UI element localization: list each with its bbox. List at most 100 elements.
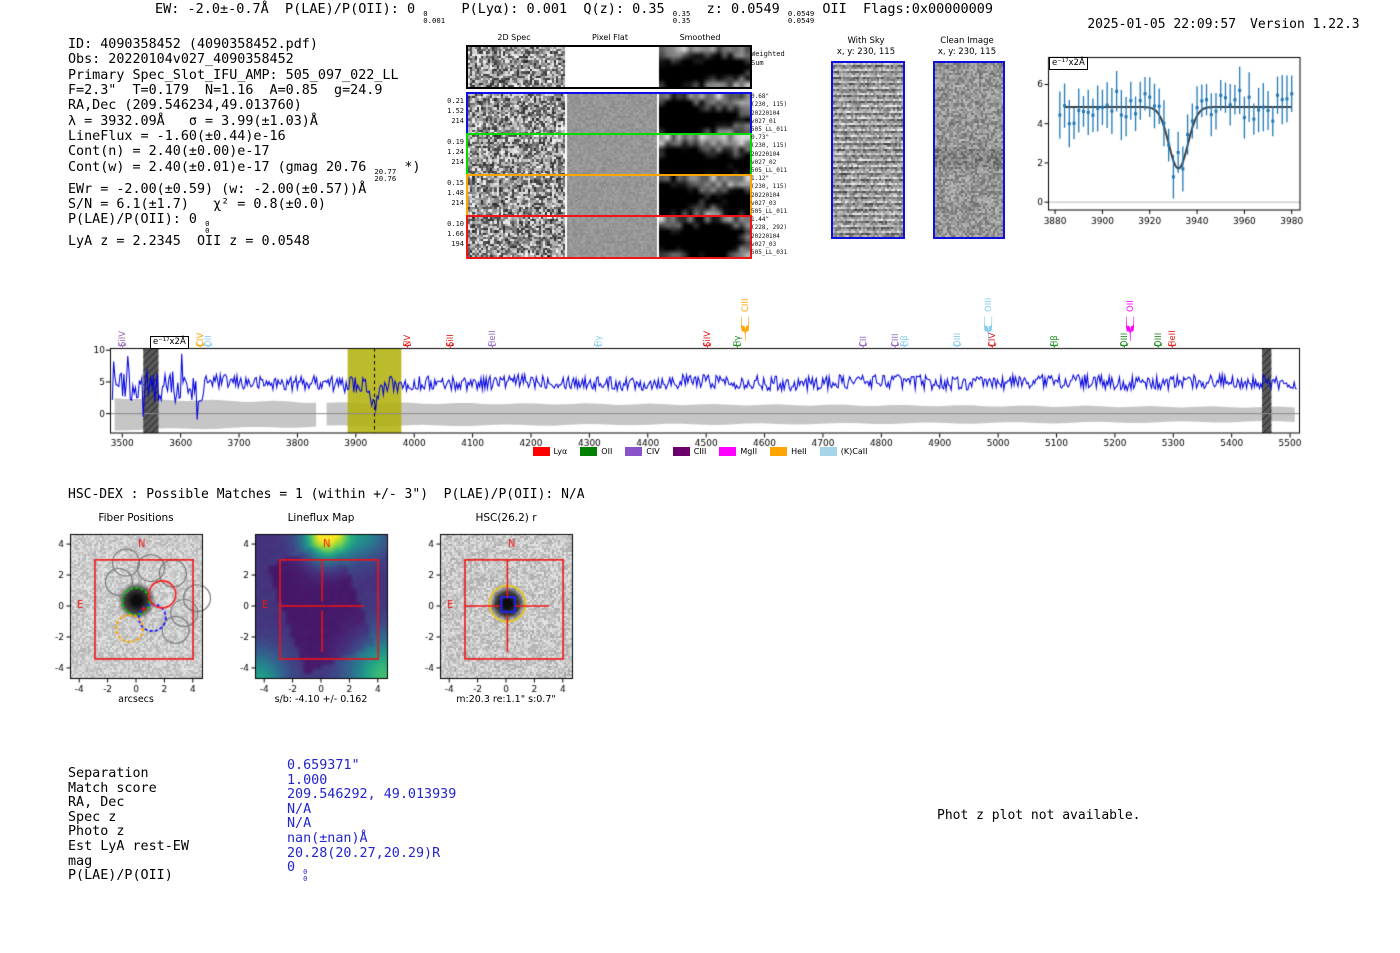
- line-label-brace: {: [702, 340, 713, 350]
- cutout-hsc-r: [408, 528, 588, 694]
- spec2d-row-left-labels: 0.10 1.66 194: [447, 220, 464, 248]
- legend-label: MgII: [740, 447, 758, 456]
- match-row-value: N/A: [287, 816, 312, 832]
- spec2d-exposure-row: [466, 92, 752, 136]
- legend-swatch: [672, 447, 690, 456]
- match-row-value: N/A: [287, 801, 312, 817]
- match-table-values: 0.659371" 1.000 209.546292, 49.013939 N/A N/…: [287, 758, 457, 883]
- inset-unit-label: e⁻¹⁷x2Å: [1049, 57, 1088, 70]
- spec2d-exposure-row: [466, 133, 752, 177]
- line-label-brace: {: [402, 340, 413, 350]
- legend-swatch: [532, 447, 550, 456]
- spec2d-weighted-sum-row: [466, 45, 752, 89]
- match-row-value: 209.546292, 49.013939: [287, 787, 457, 803]
- spec2d-row-image: [468, 135, 750, 175]
- legend-item: Lyα: [532, 447, 568, 456]
- spec2d-row-left-labels: 0.15 1.48 214: [447, 179, 464, 207]
- with-sky-image: [831, 61, 905, 239]
- spec2d-row-right-labels: 0.73" (230, 115) 20220104 v027_02 505_LL_011: [751, 134, 788, 175]
- clean-image-coords: x, y: 230, 115: [937, 46, 997, 57]
- info-line: Primary Spec_Slot_IFU_AMP: 505_097_022_L…: [68, 67, 399, 83]
- match-row-label: Photo z: [68, 824, 125, 840]
- info-line: Cont(n) = 2.40(±0.00)e-17: [68, 144, 270, 160]
- legend-label: CIV: [646, 447, 660, 456]
- info-line: λ = 3932.09Å σ = 3.99(±1.03)Å: [68, 113, 318, 129]
- legend-item: OII: [580, 447, 612, 456]
- spec2d-exposure-row: [466, 174, 752, 218]
- with-sky-coords: x, y: 230, 115: [836, 46, 896, 57]
- spec2d-row-left-labels: 0.19 1.24 214: [447, 138, 464, 166]
- match-row-label: RA, Dec: [68, 795, 125, 811]
- header-summary: EW: -2.0±-0.7Å P(LAE)/P(OII): 0 0 0.001 P…: [155, 1, 994, 25]
- spec2d-row-image: [468, 176, 750, 216]
- line-label-brace: {: [953, 340, 964, 350]
- col-header-2d-spec: 2D Spec: [497, 33, 531, 42]
- match-row-label: P(LAE)/P(OII): [68, 868, 173, 884]
- info-line: ID: 4090358452 (4090358452.pdf): [68, 37, 318, 52]
- match-row-label: mag: [68, 853, 93, 869]
- legend-swatch: [625, 447, 643, 456]
- spectrum-unit-label: e⁻¹⁷x2Å: [150, 336, 189, 349]
- spectrum-legend: Lyα OII CIV CIII MgII HeII (K)CaII: [100, 447, 1300, 456]
- legend-swatch: [580, 447, 598, 456]
- info-line: Obs: 20220104v027_4090358452: [68, 52, 294, 68]
- spec2d-row-right-labels: 1.12" (230, 115) 20220104 v027_03 505_LL_011: [751, 175, 788, 216]
- with-sky-title: With Sky x, y: 230, 115: [811, 36, 921, 57]
- match-row-label: Spec z: [68, 809, 117, 825]
- cutout-lineflux-map-title: Lineflux Map: [287, 512, 355, 524]
- with-sky-title-text: With Sky: [847, 36, 885, 46]
- weighted-sum-label: Weighted Sum: [751, 50, 785, 67]
- match-table-labels: Separation Match score RA, Dec Spec z Photo …: [68, 766, 189, 884]
- info-line: RA,Dec (209.546234,49.013760): [68, 98, 302, 114]
- cutout-fiber-xlabel: arcsecs: [118, 694, 154, 705]
- line-label-brace: {: [204, 340, 215, 350]
- match-row-value: 0.659371": [287, 758, 360, 773]
- cutout-lineflux-xlabel: s/b: -4.10 +/- 0.162: [274, 694, 368, 705]
- legend-item: MgII: [719, 447, 757, 456]
- cutout-fiber-positions-title: Fiber Positions: [98, 512, 174, 524]
- match-row-value: 20.28(20.27,20.29)R: [287, 845, 441, 861]
- spec2d-column-headers: 2D Spec Pixel Flat Smoothed: [466, 33, 748, 44]
- legend-item: HeII: [770, 447, 807, 456]
- col-header-smoothed: Smoothed: [679, 33, 721, 42]
- info-line: LyA z = 2.2345 OII z = 0.0548: [68, 234, 310, 250]
- line-label-brace: {: [445, 340, 456, 350]
- info-line: EWr = -2.00(±0.59) (w: -2.00(±0.57))Å: [68, 181, 367, 197]
- legend-swatch: [719, 447, 737, 456]
- line-label-brace: {: [117, 340, 128, 350]
- hsc-dex-summary: HSC-DEX : Possible Matches = 1 (within +…: [68, 487, 585, 502]
- legend-swatch: [819, 447, 837, 456]
- legend-item: CIV: [625, 447, 660, 456]
- report-version: Version 1.22.3: [1250, 17, 1360, 32]
- match-row-label: Separation: [68, 766, 149, 781]
- line-label-brace: {: [488, 340, 499, 350]
- info-block: ID: 4090358452 (4090358452.pdf) Obs: 2022…: [68, 37, 421, 250]
- spec2d-row-image: [468, 47, 750, 87]
- legend-label: Lyα: [553, 447, 568, 456]
- spec2d-row-image: [468, 94, 750, 134]
- info-line: LineFlux = -1.60(±0.44)e-16: [68, 129, 286, 145]
- cutout-lineflux-map: [223, 528, 403, 694]
- line-label-brace: {: [858, 340, 869, 350]
- clean-image: [933, 61, 1005, 239]
- info-line: F=2.3" T=0.179 N=1.16 A=0.85 g=24.9: [68, 83, 383, 99]
- line-label-brace: {: [1153, 340, 1164, 350]
- line-label-brace: {: [988, 340, 999, 350]
- cutout-hsc-r-title: HSC(26.2) r: [475, 512, 537, 524]
- line-label-brace: {: [1125, 308, 1136, 349]
- clean-image-title-text: Clean Image: [940, 36, 994, 46]
- elixer-report-page: EW: -2.0±-0.7Å P(LAE)/P(OII): 0 0 0.001 P…: [0, 0, 1400, 953]
- legend-label: (K)CaII: [840, 447, 868, 456]
- report-meta: 2025-01-05 22:09:57 Version 1.22.3: [1056, 2, 1360, 47]
- match-row-value: nan(±nan)Å: [287, 830, 368, 846]
- match-row-value: 0 00: [287, 860, 308, 883]
- info-line: P(LAE)/P(OII): 0 00: [68, 212, 210, 236]
- line-fit-inset-plot: [1030, 48, 1320, 238]
- full-spectrum-plot: [88, 333, 1318, 453]
- clean-image-title: Clean Image x, y: 230, 115: [912, 36, 1022, 57]
- match-row-label: Match score: [68, 780, 157, 796]
- legend-item: CIII: [672, 447, 706, 456]
- cutout-fiber-positions: [38, 528, 218, 694]
- col-header-pixel-flat: Pixel Flat: [592, 33, 628, 42]
- line-label-brace: {: [740, 308, 751, 349]
